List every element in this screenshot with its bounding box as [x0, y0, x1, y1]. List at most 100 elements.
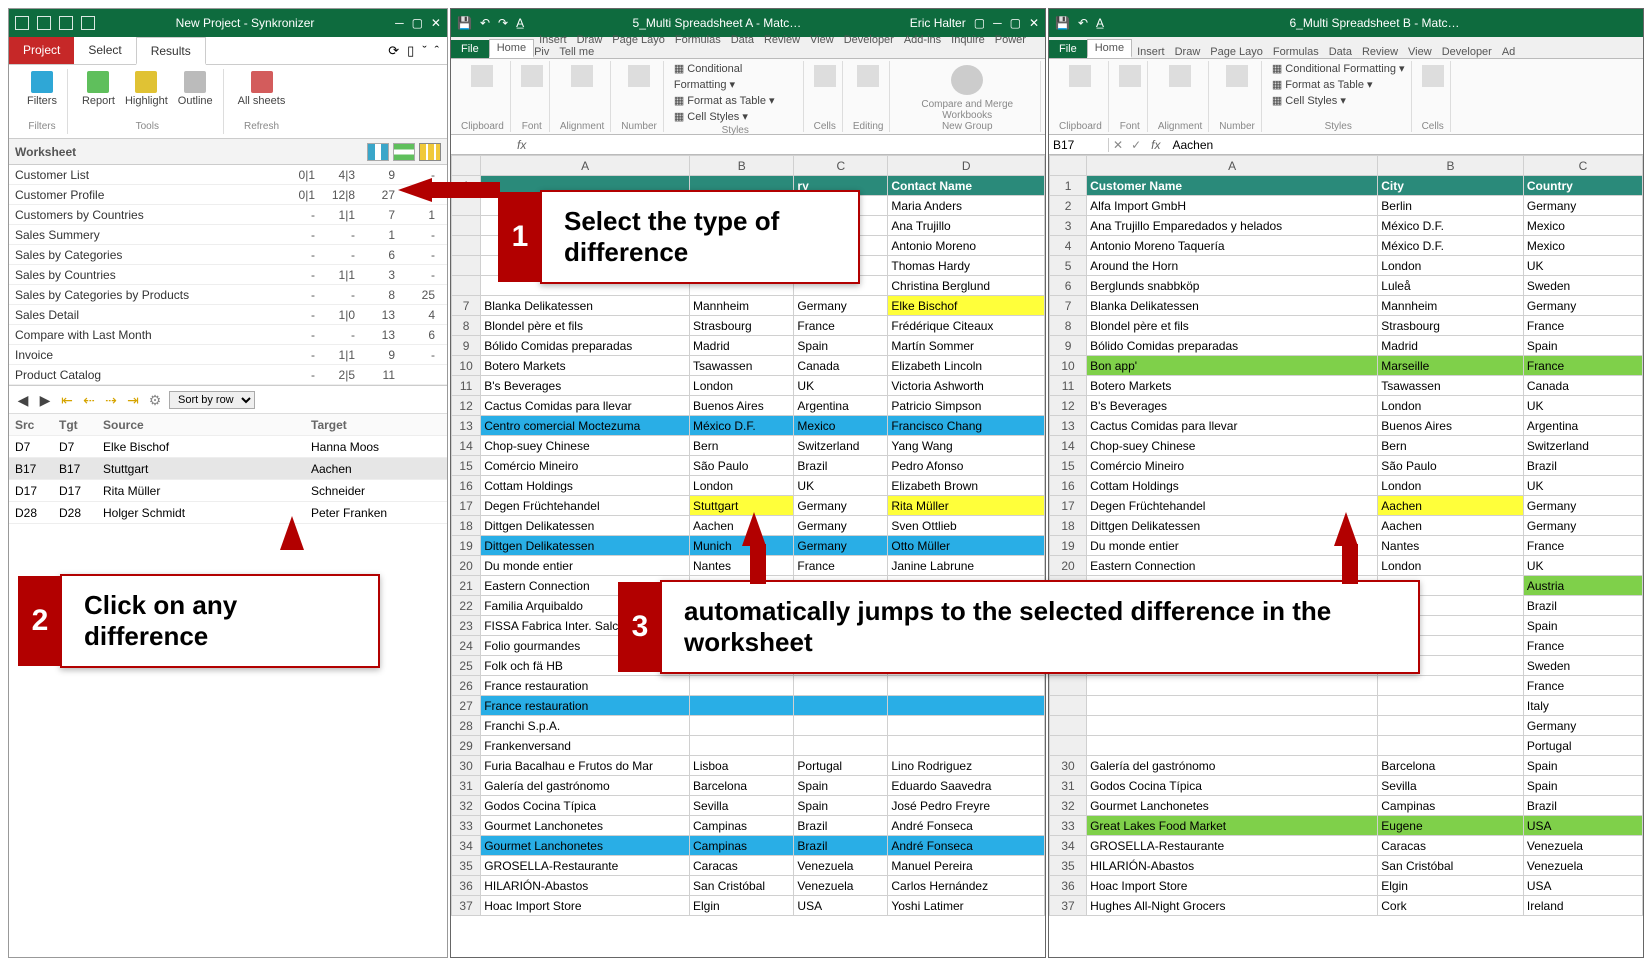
tab-formulas[interactable]: Formulas: [670, 34, 726, 46]
tab-developer[interactable]: Developer: [839, 34, 899, 46]
layout-icon[interactable]: [37, 16, 51, 30]
tab-home[interactable]: Home: [489, 39, 534, 58]
next-src-button[interactable]: ⇢: [103, 392, 119, 408]
sheet-row[interactable]: Portugal: [1050, 736, 1643, 756]
settings-button[interactable]: ⚙: [147, 392, 163, 408]
refresh-icon[interactable]: ⟳: [388, 43, 399, 59]
cell-styles-button[interactable]: ▦ Cell Styles ▾: [1272, 93, 1405, 109]
report-button[interactable]: Report: [82, 71, 115, 107]
window-icon[interactable]: ▢: [974, 16, 985, 30]
sheet-row[interactable]: 34 GROSELLA-Restaurante Caracas Venezuel…: [1050, 836, 1643, 856]
sheet-row[interactable]: 34 Gourmet Lanchonetes Campinas Brazil A…: [452, 836, 1045, 856]
sheet-row[interactable]: 30 Furia Bacalhau e Frutos do Mar Lisboa…: [452, 756, 1045, 776]
font-color-icon[interactable]: A̲: [516, 16, 524, 30]
tab-file[interactable]: File: [1049, 40, 1087, 58]
tab-developer[interactable]: Developer: [1437, 46, 1497, 58]
formula-value[interactable]: Aachen: [1166, 138, 1219, 152]
panel-icon[interactable]: ▯: [407, 43, 414, 59]
format-as-table-button[interactable]: ▦ Format as Table ▾: [1272, 77, 1405, 93]
sheet-row[interactable]: 9 Bólido Comidas preparadas Madrid Spain: [1050, 336, 1643, 356]
undo-icon[interactable]: ↶: [480, 16, 490, 30]
sheet-row[interactable]: 37 Hoac Import Store Elgin USA Yoshi Lat…: [452, 896, 1045, 916]
undo-icon[interactable]: ↶: [1078, 16, 1088, 30]
sheet-row[interactable]: 33 Great Lakes Food Market Eugene USA: [1050, 816, 1643, 836]
diff-row[interactable]: D28D28Holger SchmidtPeter Franken: [9, 502, 447, 524]
worksheet-row[interactable]: Customer Profile0|112|827-: [9, 185, 447, 205]
tab-insert[interactable]: Insert: [534, 34, 572, 46]
tab-draw[interactable]: Draw: [572, 34, 608, 46]
collapse-icon[interactable]: ˇ: [422, 43, 426, 58]
name-box[interactable]: B17: [1049, 138, 1109, 152]
sheet-row[interactable]: 10 Botero Markets Tsawassen Canada Eliza…: [452, 356, 1045, 376]
minimize-icon[interactable]: ─: [993, 16, 1002, 30]
sheet-row[interactable]: 7 Blanka Delikatessen Mannheim Germany E…: [452, 296, 1045, 316]
diff-row[interactable]: D7D7Elke BischofHanna Moos: [9, 436, 447, 458]
sheet-row[interactable]: 35 HILARIÓN-Abastos San Cristóbal Venezu…: [1050, 856, 1643, 876]
prev-src-button[interactable]: ⇠: [81, 392, 97, 408]
worksheet-row[interactable]: Sales by Categories--6-: [9, 245, 447, 265]
tab-data[interactable]: Data: [1324, 46, 1357, 58]
sheet-row[interactable]: 13 Centro comercial Moctezuma México D.F…: [452, 416, 1045, 436]
worksheet-list[interactable]: Customer List0|14|39-Customer Profile0|1…: [9, 165, 447, 386]
tab-file[interactable]: File: [451, 40, 489, 58]
sheet-row[interactable]: 30 Galería del gastrónomo Barcelona Spai…: [1050, 756, 1643, 776]
maximize-icon[interactable]: ▢: [1010, 16, 1021, 30]
tab-data[interactable]: Data: [726, 34, 759, 46]
sheet-row[interactable]: Germany: [1050, 716, 1643, 736]
worksheet-row[interactable]: Sales by Categories by Products--825: [9, 285, 447, 305]
link-button[interactable]: ⇥: [125, 392, 141, 408]
diff-type-columns[interactable]: [367, 143, 389, 161]
sheet-row[interactable]: 8 Blondel père et fils Strasbourg France…: [452, 316, 1045, 336]
sheet-row[interactable]: 12 Cactus Comidas para llevar Buenos Air…: [452, 396, 1045, 416]
sheet-row[interactable]: 14 Chop-suey Chinese Bern Switzerland Ya…: [452, 436, 1045, 456]
format-as-table-button[interactable]: ▦ Format as Table ▾: [674, 93, 797, 109]
sheet-row[interactable]: 31 Galería del gastrónomo Barcelona Spai…: [452, 776, 1045, 796]
sheet-row[interactable]: 31 Godos Cocina Típica Sevilla Spain: [1050, 776, 1643, 796]
sheet-row[interactable]: 10 Bon app' Marseille France: [1050, 356, 1643, 376]
sheet-row[interactable]: 12 B's Beverages London UK: [1050, 396, 1643, 416]
tab-review[interactable]: Review: [759, 34, 805, 46]
sheet-row[interactable]: 7 Blanka Delikatessen Mannheim Germany: [1050, 296, 1643, 316]
tab-ad[interactable]: Ad: [1497, 46, 1520, 58]
sheet-row[interactable]: 14 Chop-suey Chinese Bern Switzerland: [1050, 436, 1643, 456]
sheet-row[interactable]: 3 Ana Trujillo Emparedados y helados Méx…: [1050, 216, 1643, 236]
maximize-icon[interactable]: ▢: [412, 16, 423, 30]
tab-formulas[interactable]: Formulas: [1268, 46, 1324, 58]
save-icon[interactable]: 💾: [1055, 16, 1070, 30]
sheet-row[interactable]: 20 Du monde entier Nantes France Janine …: [452, 556, 1045, 576]
tab-view[interactable]: View: [1403, 46, 1437, 58]
conditional-formatting-button[interactable]: ▦ Conditional Formatting ▾: [674, 61, 797, 93]
tab-tell-me[interactable]: Tell me: [554, 46, 599, 58]
sheet-row[interactable]: 37 Hughes All-Night Grocers Cork Ireland: [1050, 896, 1643, 916]
tab-inquire[interactable]: Inquire: [946, 34, 990, 46]
sheet-row[interactable]: 32 Godos Cocina Típica Sevilla Spain Jos…: [452, 796, 1045, 816]
sheet-row[interactable]: 16 Cottam Holdings London UK: [1050, 476, 1643, 496]
highlight-button[interactable]: Highlight: [125, 71, 168, 107]
worksheet-row[interactable]: Customers by Countries-1|171: [9, 205, 447, 225]
worksheet-row[interactable]: Compare with Last Month--136: [9, 325, 447, 345]
sheet-row[interactable]: 36 HILARIÓN-Abastos San Cristóbal Venezu…: [452, 876, 1045, 896]
tab-project[interactable]: Project: [9, 37, 74, 64]
sheet-row[interactable]: 5 Around the Horn London UK: [1050, 256, 1643, 276]
worksheet-row[interactable]: Sales Detail-1|0134: [9, 305, 447, 325]
filters-button[interactable]: Filters: [27, 71, 57, 107]
sheet-row[interactable]: 2 Alfa Import GmbH Berlin Germany: [1050, 196, 1643, 216]
tab-home[interactable]: Home: [1087, 39, 1132, 58]
sheet-row[interactable]: 36 Hoac Import Store Elgin USA: [1050, 876, 1643, 896]
outline-button[interactable]: Outline: [178, 71, 213, 107]
tab-page-layo[interactable]: Page Layo: [1205, 46, 1268, 58]
prev-diff-button[interactable]: ◀: [15, 392, 31, 408]
worksheet-row[interactable]: Product Catalog-2|511: [9, 365, 447, 385]
layout-icon[interactable]: [59, 16, 73, 30]
refresh-button[interactable]: All sheets: [238, 71, 286, 107]
sheet-row[interactable]: 33 Gourmet Lanchonetes Campinas Brazil A…: [452, 816, 1045, 836]
next-diff-button[interactable]: ▶: [37, 392, 53, 408]
diff-type-cells[interactable]: [419, 143, 441, 161]
worksheet-row[interactable]: Sales Summery--1-: [9, 225, 447, 245]
sheet-row[interactable]: 26 France restauration: [452, 676, 1045, 696]
layout-icon[interactable]: [81, 16, 95, 30]
sheet-row[interactable]: 11 Botero Markets Tsawassen Canada: [1050, 376, 1643, 396]
sheet-row[interactable]: 28 Franchi S.p.A.: [452, 716, 1045, 736]
sheet-row[interactable]: 11 B's Beverages London UK Victoria Ashw…: [452, 376, 1045, 396]
sort-select[interactable]: Sort by row: [169, 391, 255, 409]
